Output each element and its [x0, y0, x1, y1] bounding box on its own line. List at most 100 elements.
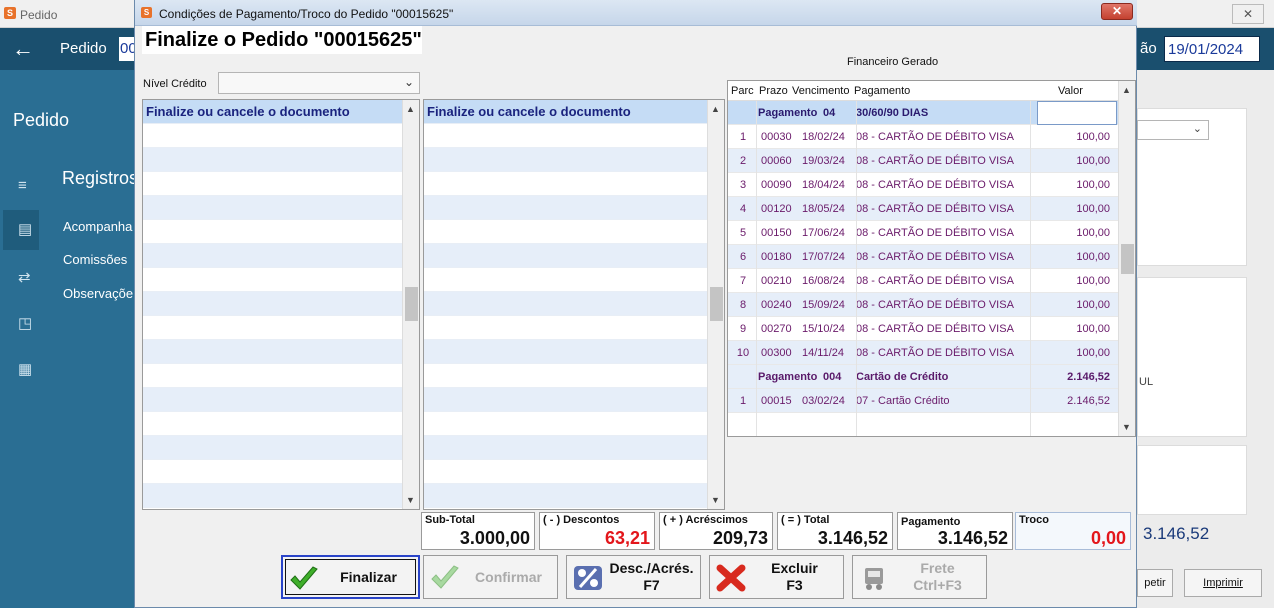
dialog-close-button[interactable]: ✕: [1101, 3, 1133, 20]
list-row[interactable]: [143, 364, 419, 388]
grid-cell-valor: 100,00: [1076, 179, 1110, 191]
scroll-down-icon[interactable]: ▼: [1122, 422, 1131, 432]
list-row[interactable]: [424, 364, 724, 388]
list-row[interactable]: [424, 484, 724, 508]
grid-row[interactable]: 10 00300 14/11/24 08 - CARTÃO DE DÉBITO VIS…: [728, 341, 1118, 365]
list-row[interactable]: [424, 196, 724, 220]
finalizar-button[interactable]: Finalizar: [281, 555, 420, 599]
list-row[interactable]: [143, 124, 419, 148]
grid-cell-pag: 08 - CARTÃO DE DÉBITO VISA: [856, 251, 1014, 263]
list-row[interactable]: [143, 220, 419, 244]
excluir-button[interactable]: Excluir F3: [709, 555, 844, 599]
menu-hamburger-icon[interactable]: ≡: [18, 178, 34, 194]
back-arrow-icon[interactable]: ←: [12, 36, 34, 62]
grid-row[interactable]: 6 00180 17/07/24 08 - CARTÃO DE DÉBITO VISA…: [728, 245, 1118, 269]
grid-row[interactable]: 1 00030 18/02/24 08 - CARTÃO DE DÉBITO VISA…: [728, 125, 1118, 149]
list-row[interactable]: [143, 292, 419, 316]
grid-cell-parc: 10: [736, 347, 750, 359]
middle-document-list[interactable]: Finalize ou cancele o documento ▲ ▼: [423, 99, 725, 510]
grid-cell-venc: 18/02/24: [802, 131, 845, 143]
desc-acres-button[interactable]: Desc./Acrés. F7: [566, 555, 701, 599]
financeiro-grid[interactable]: Parc Prazo Vencimento Pagamento Valor Pa…: [727, 80, 1136, 437]
confirmar-button[interactable]: Confirmar: [423, 555, 558, 599]
list-row[interactable]: [143, 388, 419, 412]
descontos-label: ( - ) Descontos: [543, 514, 620, 526]
scroll-thumb[interactable]: [405, 287, 418, 321]
list-row[interactable]: [143, 460, 419, 484]
scrollbar[interactable]: ▲ ▼: [402, 100, 419, 509]
grid-row[interactable]: 1 00015 03/02/24 07 - Cartão Crédito 2.146,5…: [728, 389, 1118, 413]
scrollbar[interactable]: ▲ ▼: [1118, 81, 1135, 436]
grid-row[interactable]: 9 00270 15/10/24 08 - CARTÃO DE DÉBITO VISA…: [728, 317, 1118, 341]
left-document-list[interactable]: Finalize ou cancele o documento ▲ ▼: [142, 99, 420, 510]
list-row[interactable]: [424, 292, 724, 316]
list-row[interactable]: [424, 148, 724, 172]
list-row[interactable]: [424, 172, 724, 196]
scroll-up-icon[interactable]: ▲: [406, 104, 415, 114]
transfer-icon[interactable]: ⇄: [18, 270, 34, 286]
scrollbar[interactable]: ▲ ▼: [707, 100, 724, 509]
list-row[interactable]: [143, 316, 419, 340]
sidebar-item-observacoes[interactable]: Observaçõe: [63, 286, 133, 301]
list-row[interactable]: [143, 340, 419, 364]
grid-row[interactable]: Pagamento 004 Cartão de Crédito 2.146,52: [728, 365, 1118, 389]
sidebar-item-comissoes[interactable]: Comissões: [63, 252, 127, 267]
list-row[interactable]: [424, 340, 724, 364]
sidebar: Pedido ≡ Registros ▤ Acompanha ⇄ Comissõ…: [0, 70, 138, 608]
chat-icon[interactable]: ◳: [18, 316, 34, 332]
grid-row[interactable]: 8 00240 15/09/24 08 - CARTÃO DE DÉBITO VISA…: [728, 293, 1118, 317]
list-row[interactable]: [143, 412, 419, 436]
col-pagamento: Pagamento: [854, 85, 911, 97]
scroll-down-icon[interactable]: ▼: [711, 495, 720, 505]
list-row[interactable]: [424, 436, 724, 460]
right-combo[interactable]: ⌄: [1137, 120, 1209, 140]
sidebar-item-acompanhamento[interactable]: Acompanha: [63, 219, 132, 234]
grid-cell-parc: 7: [739, 275, 747, 287]
grid-edit-cell[interactable]: [1037, 101, 1117, 125]
scroll-up-icon[interactable]: ▲: [711, 104, 720, 114]
troco-value: 0,00: [1090, 528, 1126, 548]
list-row[interactable]: [424, 244, 724, 268]
list-row[interactable]: [424, 220, 724, 244]
document-icon[interactable]: ▤: [18, 222, 34, 238]
list-row[interactable]: [424, 388, 724, 412]
main-right-panel: ⌄ UL 3.146,52 petir Imprimir: [1137, 70, 1274, 608]
scroll-up-icon[interactable]: ▲: [1122, 85, 1131, 95]
col-valor: Valor: [1058, 85, 1083, 97]
list-rows: [424, 124, 724, 508]
list-row[interactable]: [143, 244, 419, 268]
grid-row[interactable]: 3 00090 18/04/24 08 - CARTÃO DE DÉBITO VISA…: [728, 173, 1118, 197]
grid-cell-valor: 100,00: [1076, 251, 1110, 263]
list-row[interactable]: [143, 484, 419, 508]
list-row[interactable]: [143, 148, 419, 172]
grid-row[interactable]: 5 00150 17/06/24 08 - CARTÃO DE DÉBITO VISA…: [728, 221, 1118, 245]
list-row[interactable]: [143, 172, 419, 196]
list-row[interactable]: [424, 124, 724, 148]
payment-dialog: S Condições de Pagamento/Troco do Pedido…: [134, 0, 1137, 608]
grid-row[interactable]: 2 00060 19/03/24 08 - CARTÃO DE DÉBITO VISA…: [728, 149, 1118, 173]
list-row[interactable]: [424, 268, 724, 292]
scroll-down-icon[interactable]: ▼: [406, 495, 415, 505]
list-row[interactable]: [143, 268, 419, 292]
descontos-value: 63,21: [604, 528, 650, 548]
dialog-heading: Finalize o Pedido "00015625": [145, 29, 422, 51]
nivel-credito-select[interactable]: ⌄: [218, 72, 420, 94]
frete-label: Frete Ctrl+F3: [913, 560, 962, 593]
scroll-thumb[interactable]: [710, 287, 723, 321]
grid-cell-parc: 4: [739, 203, 747, 215]
imprimir-button[interactable]: Imprimir: [1184, 569, 1262, 597]
calculator-icon[interactable]: ▦: [18, 362, 34, 378]
grid-row[interactable]: 7 00210 16/08/24 08 - CARTÃO DE DÉBITO VISA…: [728, 269, 1118, 293]
repetir-button[interactable]: petir: [1137, 569, 1173, 597]
main-close-button[interactable]: ✕: [1232, 4, 1264, 24]
dialog-title: Condições de Pagamento/Troco do Pedido "…: [159, 7, 454, 21]
scroll-thumb[interactable]: [1121, 244, 1134, 274]
list-row[interactable]: [143, 196, 419, 220]
list-row[interactable]: [143, 436, 419, 460]
list-row[interactable]: [424, 412, 724, 436]
list-row[interactable]: [424, 460, 724, 484]
data-emissao-field[interactable]: 19/01/2024: [1164, 36, 1260, 62]
frete-button[interactable]: Frete Ctrl+F3: [852, 555, 987, 599]
grid-row[interactable]: 4 00120 18/05/24 08 - CARTÃO DE DÉBITO VISA…: [728, 197, 1118, 221]
list-row[interactable]: [424, 316, 724, 340]
